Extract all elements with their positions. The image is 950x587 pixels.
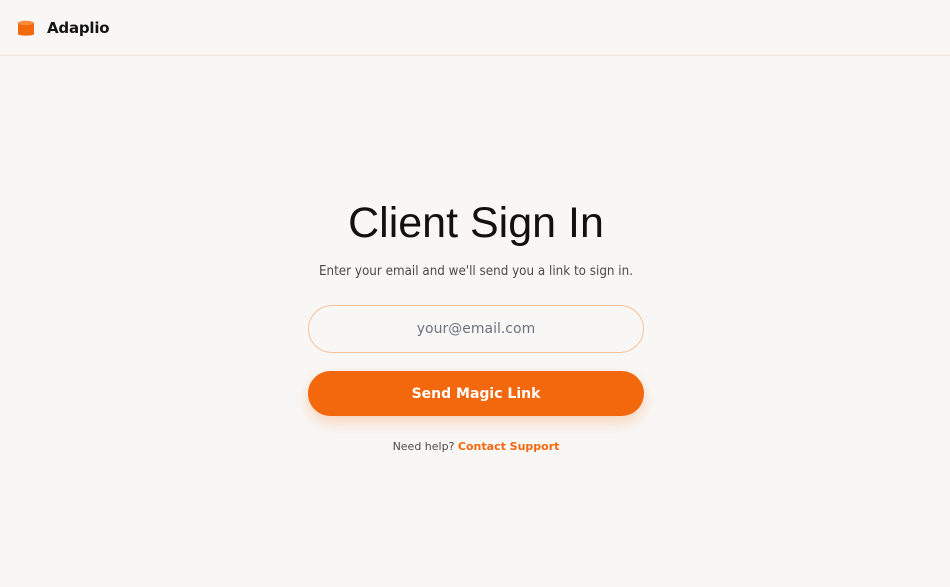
page-title: Client Sign In (348, 199, 604, 247)
send-magic-link-button[interactable]: Send Magic Link (308, 371, 644, 416)
main-content: Client Sign In Enter your email and we'l… (0, 56, 950, 587)
brand-name: Adaplio (47, 18, 110, 37)
help-line: Need help? Contact Support (248, 440, 704, 453)
contact-support-link[interactable]: Contact Support (458, 440, 560, 453)
database-cylinder-icon (17, 19, 35, 37)
top-bar: Adaplio (0, 0, 950, 56)
brand-home-link[interactable]: Adaplio (17, 18, 110, 37)
page-subtitle: Enter your email and we'll send you a li… (318, 264, 634, 279)
email-field[interactable] (308, 305, 644, 353)
help-text: Need help? (392, 440, 455, 453)
